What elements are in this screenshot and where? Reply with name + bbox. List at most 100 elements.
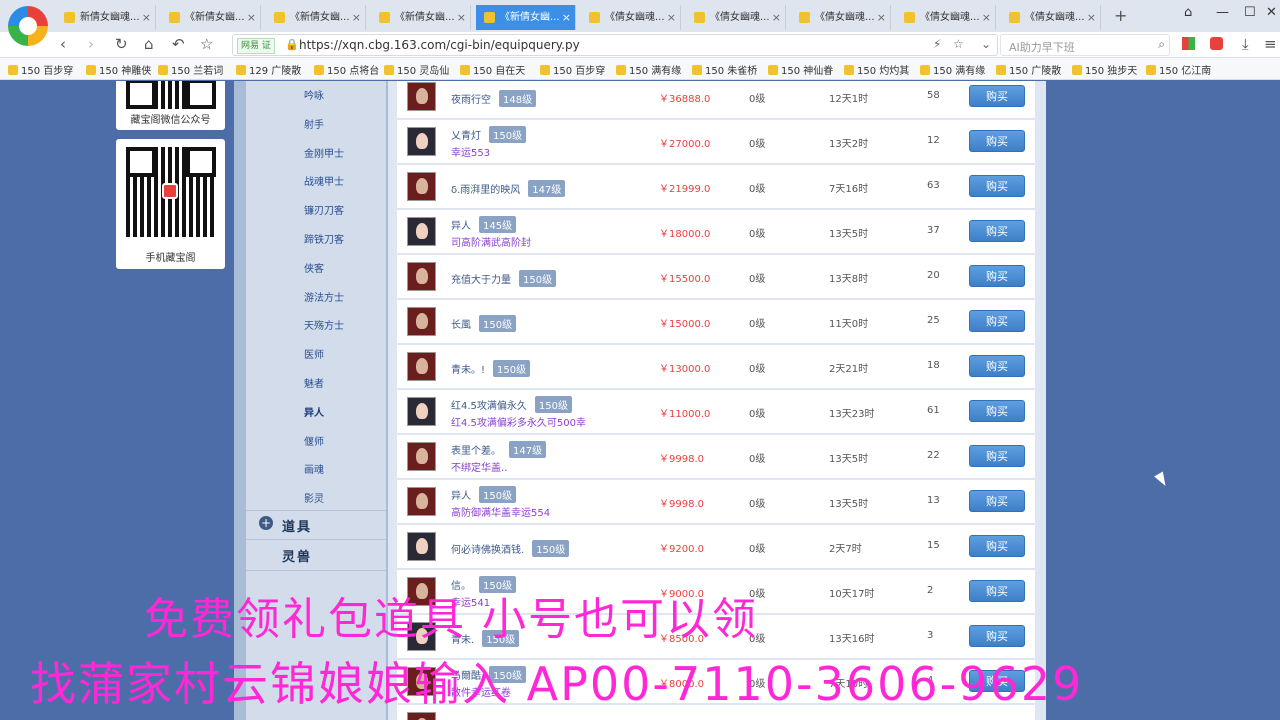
character-avatar[interactable] [407,262,436,291]
buy-button[interactable]: 购买 [969,175,1025,197]
back-icon[interactable]: ‹ [60,35,66,53]
listing-name[interactable]: 乂青灯 150级 [451,126,527,143]
bookmark-item[interactable]: 150 独步天 [1072,62,1137,77]
bookmark-item[interactable]: 150 百步穿 [8,62,73,77]
buy-button[interactable]: 购买 [969,625,1025,647]
bookmark-item[interactable]: 150 亿江南 [1146,62,1211,77]
bookmark-item[interactable]: 150 满有缘 [920,62,985,77]
character-avatar[interactable] [407,397,436,426]
apps-icon[interactable] [1182,37,1195,50]
buy-button[interactable]: 购买 [969,85,1025,107]
sidebar-item[interactable]: 魅者 [304,375,324,390]
sidebar-category-pets[interactable]: 灵兽 [282,546,312,565]
minimize-icon[interactable]: — [1216,5,1229,20]
tab-close-icon[interactable]: × [772,5,781,30]
buy-button[interactable]: 购买 [969,220,1025,242]
home-icon[interactable]: ⌂ [144,35,154,53]
listing-name[interactable]: 红4.5攻满偏永久 150级 [451,396,572,413]
character-avatar[interactable] [407,82,436,111]
forward-icon[interactable]: › [88,35,94,53]
browser-tab[interactable]: 《倩女幽魂... × [791,5,891,30]
sidebar-item[interactable]: 异人 [304,404,324,419]
bookmark-item[interactable]: 150 神雕侠 [86,62,151,77]
listing-name[interactable]: 夜雨行空 148级 [451,90,537,107]
listing-name[interactable]: 长風 150级 [451,315,517,332]
listing-name[interactable]: 异人 145级 [451,216,517,233]
sidebar-item[interactable]: 镰刃刀客 [304,202,344,217]
browser-tab[interactable]: 《新倩女幽... × [371,5,471,30]
sidebar-item[interactable]: 蹄铁刀客 [304,231,344,246]
sidebar-item[interactable]: 天殇方士 [304,317,344,332]
browser-tab[interactable]: 《倩女幽魂... × [1001,5,1101,30]
sidebar-item[interactable]: 游法方士 [304,289,344,304]
tab-close-icon[interactable]: × [877,5,886,30]
tab-close-icon[interactable]: × [982,5,991,30]
character-avatar[interactable] [407,532,436,561]
sidebar-item[interactable]: 画魂 [304,461,324,476]
reload-icon[interactable]: ↻ [115,35,128,53]
sidebar-item[interactable]: 偃师 [304,433,324,448]
sidebar-item[interactable]: 影灵 [304,490,324,505]
sidebar-item[interactable]: 医师 [304,346,324,361]
close-window-icon[interactable]: ✕ [1266,5,1277,20]
buy-button[interactable]: 购买 [969,310,1025,332]
buy-button[interactable]: 购买 [969,130,1025,152]
browser-tab[interactable]: 《新倩女幽... × [266,5,366,30]
buy-button[interactable]: 购买 [969,490,1025,512]
bookmark-item[interactable]: 150 朱雀桥 [692,62,757,77]
buy-button[interactable]: 购买 [969,265,1025,287]
character-name[interactable]: 何必诗佛换酒钱. [451,545,524,556]
star-bookmark-icon[interactable]: ☆ [200,35,213,53]
sidebar-item[interactable]: 吟咏 [304,87,324,102]
character-name[interactable]: 夜雨行空 [451,95,491,106]
bookmark-item[interactable]: 150 满有缘 [616,62,681,77]
undo-icon[interactable]: ↶ [172,35,185,53]
favorite-icon[interactable]: ☆ [953,37,964,51]
search-icon[interactable]: ⌕ [1158,37,1165,52]
character-avatar[interactable] [407,127,436,156]
tab-close-icon[interactable]: × [562,5,571,30]
ai-search-box[interactable]: AI助力早下班 ⌕ [1000,34,1170,56]
bookmark-item[interactable]: 150 灼灼其 [844,62,909,77]
browser-tab[interactable]: 《倩女幽魂... × [896,5,996,30]
bookmark-item[interactable]: 150 灵岛仙 [384,62,449,77]
tab-close-icon[interactable]: × [247,5,256,30]
bookmark-item[interactable]: 150 自在天 [460,62,525,77]
browser-tab[interactable]: 《新倩女幽... × [476,5,576,30]
bookmark-item[interactable]: 150 兰若词 [158,62,223,77]
buy-button[interactable]: 购买 [969,580,1025,602]
character-name[interactable]: 乂青灯 [451,131,481,142]
character-avatar[interactable] [407,352,436,381]
browser-tab[interactable]: 新倩女幽魂... × [56,5,156,30]
character-avatar[interactable] [407,307,436,336]
buy-button[interactable]: 购买 [969,535,1025,557]
sidebar-item[interactable]: 战魂甲士 [304,173,344,188]
character-name[interactable]: 红4.5攻满偏永久 [451,401,527,412]
lightning-icon[interactable]: ⚡ [933,37,941,51]
download-icon[interactable]: ⤓ [1242,35,1249,53]
browser-tab[interactable]: 《倩女幽魂... × [686,5,786,30]
character-name[interactable]: 异人 [451,221,471,232]
character-name[interactable]: 充值大于力量 [451,275,511,286]
buy-button[interactable]: 购买 [969,400,1025,422]
browser-tab[interactable]: 《倩女幽魂... × [581,5,681,30]
url-field[interactable]: 网易 证 🔒 https://xqn.cbg.163.com/cgi-bin/e… [232,34,998,56]
character-name[interactable]: 长風 [451,320,471,331]
sidebar-category-items[interactable]: 道具 [282,516,312,535]
tab-close-icon[interactable]: × [142,5,151,30]
menu-icon[interactable]: ≡ [1264,35,1277,53]
character-name[interactable]: 异人 [451,491,471,502]
dropdown-icon[interactable]: ⌄ [981,37,991,51]
listing-name[interactable]: 何必诗佛换酒钱. 150级 [451,540,570,557]
tab-close-icon[interactable]: × [352,5,361,30]
listing-name[interactable]: 异人 150级 [451,486,517,503]
listing-name[interactable]: 充值大于力量 150级 [451,270,557,287]
buy-button[interactable]: 购买 [969,355,1025,377]
expand-plus-icon[interactable]: + [259,516,273,530]
sidebar-item[interactable]: 金刚甲士 [304,145,344,160]
browser-logo-icon[interactable] [8,6,48,46]
tab-close-icon[interactable]: × [667,5,676,30]
skin-icon[interactable]: ⌂ [1184,5,1192,20]
tab-close-icon[interactable]: × [457,5,466,30]
listing-name[interactable]: 青未。! 150级 [451,360,531,377]
